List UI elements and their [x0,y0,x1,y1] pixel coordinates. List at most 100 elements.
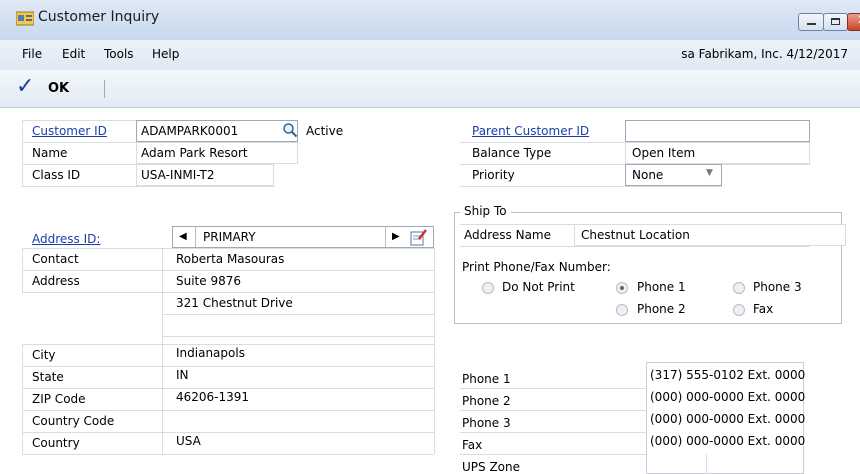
row-divider [162,248,163,454]
address-name-label: Address Name [464,228,552,242]
toolbar: ✓ OK [0,70,860,108]
row-divider [22,120,23,186]
priority-dropdown[interactable]: None ▼ [625,164,722,186]
class-id-label: Class ID [32,168,81,182]
row-divider [162,314,434,315]
row-divider [22,344,23,454]
row-divider [385,227,386,247]
customer-id-link[interactable]: Customer ID [32,124,107,138]
zip-code-value: 46206-1391 [176,390,250,404]
menu-bar: File Edit Tools Help sa Fabrikam, Inc. 4… [0,40,860,71]
state-label: State [32,370,64,384]
customer-id-field[interactable]: ADAMPARK0001 [136,120,298,142]
address-id-link[interactable]: Address ID: [32,232,100,246]
menu-help[interactable]: Help [152,47,179,61]
country-value: USA [176,434,201,448]
triangle-left-icon[interactable]: ◀ [179,231,187,242]
parent-customer-id-link[interactable]: Parent Customer ID [472,124,589,138]
city-value: Indianapols [176,346,245,360]
fax-label: Fax [462,438,483,452]
row-divider [22,366,434,367]
priority-value: None [632,168,664,182]
balance-type-field: Open Item [625,142,810,164]
balance-type-value: Open Item [632,146,696,160]
name-field: Adam Park Resort [136,142,298,164]
address-id-browser[interactable]: ◀ PRIMARY ▶ [172,226,434,248]
address-id-value: PRIMARY [203,230,256,244]
radio-phone-1[interactable] [616,282,628,294]
zip-code-label: ZIP Code [32,392,86,406]
address-line-2: 321 Chestnut Drive [176,296,293,310]
radio-phone-3[interactable] [733,282,745,294]
maximize-icon [831,18,840,25]
name-value: Adam Park Resort [141,146,248,160]
print-phone-fax-label: Print Phone/Fax Number: [462,260,611,274]
triangle-right-icon[interactable]: ▶ [392,231,400,242]
ship-to-legend: Ship To [460,204,511,218]
row-divider [434,248,435,454]
address-name-field: Chestnut Location [574,224,846,246]
parent-customer-id-field[interactable] [625,120,810,142]
row-divider [22,270,434,271]
row-divider [22,454,434,455]
row-divider [460,186,722,187]
menu-edit[interactable]: Edit [62,47,85,61]
class-id-value: USA-INMI-T2 [141,168,215,182]
phone-1-option-label: Phone 1 [637,280,686,294]
magnifier-lookup-icon[interactable] [282,122,298,138]
ok-button[interactable]: ✓ OK [16,74,96,100]
row-divider [706,454,707,474]
minimize-button[interactable] [798,13,824,31]
balance-type-label: Balance Type [472,146,552,160]
country-label: Country [32,436,80,450]
fax-option-label: Fax [753,302,774,316]
chevron-down-icon: ▼ [706,168,713,178]
row-divider [22,432,434,433]
user-company-date: sa Fabrikam, Inc. 4/12/2017 [681,47,848,61]
phone-2-label: Phone 2 [462,394,511,408]
contact-value: Roberta Masouras [176,252,285,266]
phone-3-option-label: Phone 3 [753,280,802,294]
city-label: City [32,348,56,362]
maximize-button[interactable] [823,13,848,31]
phone-3-value: (000) 000-0000 Ext. 0000 [650,412,806,426]
phone-1-value: (317) 555-0102 Ext. 0000 [650,368,806,382]
row-divider [195,227,196,247]
fax-value: (000) 000-0000 Ext. 0000 [650,434,806,448]
phone-3-label: Phone 3 [462,416,511,430]
phone-2-option-label: Phone 2 [637,302,686,316]
toolbar-separator [104,80,105,98]
row-divider [22,248,434,249]
inquiry-form: Customer ID ADAMPARK0001 Active Name Ada… [0,108,860,474]
customer-status: Active [306,124,344,138]
note-pencil-icon[interactable] [410,228,428,246]
do-not-print-label: Do Not Print [502,280,575,294]
row-divider [22,344,434,345]
row-divider [460,246,810,247]
class-id-field: USA-INMI-T2 [136,164,274,186]
name-label: Name [32,146,68,160]
row-divider [22,248,23,292]
radio-do-not-print[interactable] [482,282,494,294]
customer-inquiry-app-icon [16,11,34,26]
row-divider [22,388,434,389]
row-divider [22,410,434,411]
row-divider [22,292,434,293]
menu-tools[interactable]: Tools [104,47,134,61]
close-button[interactable]: ✕ [847,13,860,31]
row-divider [162,336,434,337]
window-title: Customer Inquiry [38,9,160,25]
title-bar: Customer Inquiry ✕ [0,0,860,41]
menu-file[interactable]: File [22,47,42,61]
row-divider [22,186,274,187]
radio-fax[interactable] [733,304,745,316]
address-label: Address [32,274,80,288]
state-value: IN [176,368,189,382]
address-name-value: Chestnut Location [581,228,690,242]
phone-2-value: (000) 000-0000 Ext. 0000 [650,390,806,404]
radio-phone-2[interactable] [616,304,628,316]
ok-label: OK [48,81,70,96]
customer-id-value: ADAMPARK0001 [141,124,239,138]
priority-label: Priority [472,168,515,182]
phone-1-label: Phone 1 [462,372,511,386]
